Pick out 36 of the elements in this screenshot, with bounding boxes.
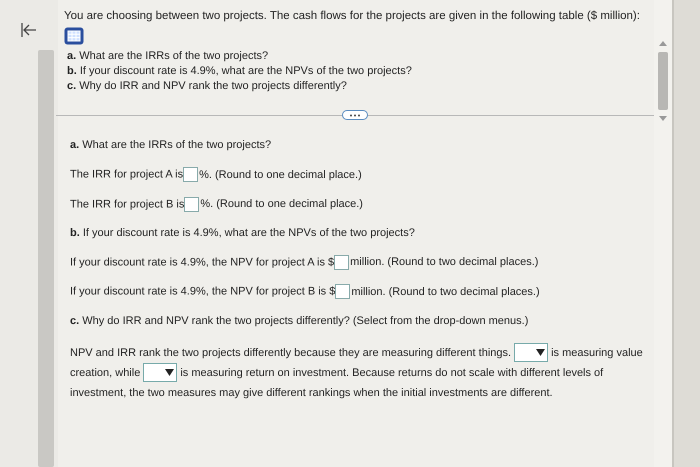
- answer-box[interactable]: [335, 284, 350, 300]
- prompt-text: is measuring return on investment. Because returns do not scale with different levels of: [180, 366, 604, 381]
- question-text: You are choosing between two projects. The cash flows for the projects are given in the following table ($ million):: [64, 9, 641, 24]
- scroll-up-icon[interactable]: [659, 40, 667, 46]
- question-part: c. Why do IRR and NPV rank the two projects differently?: [66, 79, 348, 94]
- prompt-text: investment, the two measures may give different rankings when the initial investments are different.: [70, 386, 553, 401]
- question-part: b. If your discount rate is 4.9%, what are the NPVs of the two projects?: [70, 226, 416, 242]
- back-icon[interactable]: [20, 22, 38, 38]
- prompt-text: %. (Round to one decimal place.): [199, 168, 362, 181]
- prompt-text: %. (Round to one decimal place.): [200, 198, 363, 210]
- prompt-text: The IRR for project A is: [70, 168, 184, 181]
- answer-box[interactable]: [184, 196, 200, 212]
- prompt-text: The IRR for project B is: [70, 198, 184, 210]
- prompt-text: If your discount rate is 4.9%, the NPV for project B is $: [70, 286, 336, 298]
- prompt-text: million. (Round to two decimal places.): [350, 256, 538, 268]
- question-part: a. What are the IRRs of the two projects?: [70, 138, 272, 154]
- answer-box[interactable]: [334, 255, 350, 270]
- question-part: a. What are the IRRs of the two projects?: [66, 49, 270, 64]
- scrollbar[interactable]: [38, 50, 54, 467]
- prompt-text: If your discount rate is 4.9%, the NPV for project A is $: [70, 256, 334, 268]
- question-part: c. Why do IRR and NPV rank the two projects differently? (Select from the drop-down menus.): [70, 314, 530, 329]
- prompt-text: is measuring value: [551, 346, 643, 361]
- scrollbar-thumb[interactable]: [658, 52, 668, 110]
- prompt-text: million. (Round to two decimal places.): [351, 286, 540, 298]
- answer-box[interactable]: [183, 167, 198, 182]
- prompt-text: NPV and IRR rank the two projects differently because they are measuring different things.: [70, 346, 512, 361]
- dropdown[interactable]: [143, 363, 178, 382]
- scroll-down-icon[interactable]: [659, 116, 667, 122]
- caret-icon: [165, 368, 174, 378]
- more-button[interactable]: [342, 110, 368, 120]
- caret-icon: [536, 348, 546, 358]
- table-icon[interactable]: [64, 27, 84, 46]
- ellipsis-icon: [349, 114, 361, 117]
- question-part: b. If your discount rate is 4.9%, what are the NPVs of the two projects?: [66, 64, 413, 80]
- dropdown[interactable]: [514, 343, 548, 362]
- prompt-text: creation, while: [70, 366, 140, 381]
